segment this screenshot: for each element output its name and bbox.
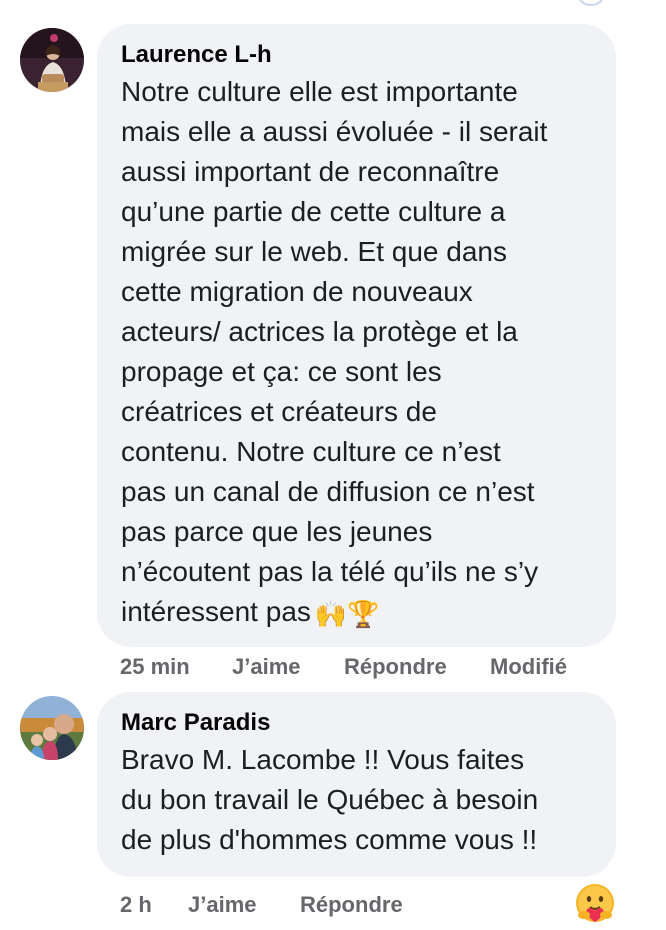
comment-line: aussi important de reconnaître	[121, 156, 500, 187]
edited-label[interactable]: Modifié	[490, 653, 567, 681]
comment-line: propage et ça: ce sont les	[121, 356, 442, 387]
comment-line: Bravo M. Lacombe !! Vous faites	[121, 744, 525, 775]
comment-line: pas parce que les jeunes	[121, 516, 433, 547]
comment-time[interactable]: 25 min	[120, 653, 190, 681]
comment-text: Notre culture elle est importante mais e…	[121, 72, 594, 634]
comment-line: créatrices et créateurs de	[121, 396, 437, 427]
comment-actions: 2 h J’aime Répondre	[0, 891, 666, 919]
care-reaction-icon[interactable]	[574, 882, 616, 924]
scroll-indicator-icon	[578, 0, 604, 6]
comment-line: n’écoutent pas la télé qu’ils ne s’y	[121, 556, 539, 587]
comment-text: Bravo M. Lacombe !! Vous faites du bon t…	[121, 740, 594, 860]
comment-line: cette migration de nouveaux	[121, 276, 473, 307]
reply-button[interactable]: Répondre	[344, 653, 447, 681]
comment-line: intéressent pas	[121, 596, 311, 627]
comment-bubble: Marc Paradis Bravo M. Lacombe !! Vous fa…	[97, 692, 616, 877]
comment-author[interactable]: Laurence L-h	[121, 40, 594, 70]
comment-line: migrée sur le web. Et que dans	[121, 236, 507, 267]
avatar[interactable]	[20, 28, 84, 92]
comment-bubble: Laurence L-h Notre culture elle est impo…	[97, 24, 616, 647]
comment-line: contenu. Notre culture ce n’est	[121, 436, 501, 467]
comment-line: acteurs/ actrices la protège et la	[121, 316, 518, 347]
avatar[interactable]	[20, 696, 84, 760]
comment-actions: 25 min J’aime Répondre Modifié	[0, 653, 666, 681]
like-button[interactable]: J’aime	[232, 653, 301, 681]
comment-time[interactable]: 2 h	[120, 891, 152, 919]
like-button[interactable]: J’aime	[188, 891, 257, 919]
comment-line: de plus d'hommes comme vous !!	[121, 824, 538, 855]
comment-line: mais elle a aussi évoluée - il serait	[121, 116, 548, 147]
comment-author[interactable]: Marc Paradis	[121, 708, 594, 738]
reply-button[interactable]: Répondre	[300, 891, 403, 919]
comment-line: pas un canal de diffusion ce n’est	[121, 476, 535, 507]
comment-line: Notre culture elle est importante	[121, 76, 518, 107]
raising-hands-trophy-icon: 🙌🏆	[314, 599, 380, 629]
comment-line: qu’une partie de cette culture a	[121, 196, 506, 227]
comment-line: du bon travail le Québec à besoin	[121, 784, 539, 815]
